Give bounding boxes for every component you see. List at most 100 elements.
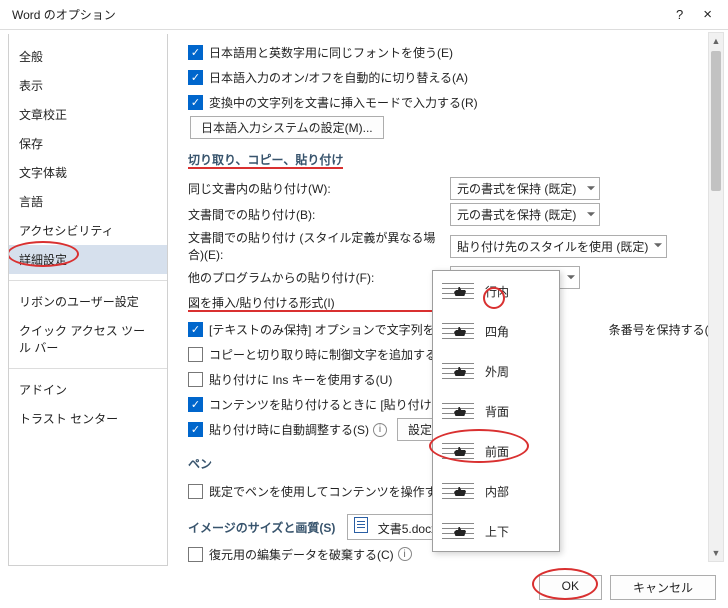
titlebar: Word のオプション ? ×: [0, 0, 728, 30]
info-icon[interactable]: i: [373, 423, 387, 437]
sidebar-label: 文字体裁: [19, 166, 67, 180]
sidebar-item-trust[interactable]: トラスト センター: [9, 404, 167, 433]
section-cutcopypaste: 切り取り、コピー、貼り付け: [188, 153, 720, 169]
control-chars-label: コピーと切り取り時に制御文字を追加する(C): [209, 346, 454, 363]
wrap-option-label: 背面: [485, 403, 509, 420]
sidebar-separator: [9, 368, 167, 369]
wrap-option-label: 四角: [485, 323, 509, 340]
ime-settings-label: 日本語入力システムの設定(M)...: [201, 119, 373, 136]
sidebar-item-advanced[interactable]: 詳細設定: [9, 245, 167, 274]
wrap-option-behind[interactable]: 背面: [433, 391, 559, 431]
wrap-option-label: 外周: [485, 363, 509, 380]
sidebar-label: 文章校正: [19, 108, 67, 122]
sidebar-item-quickaccess[interactable]: クイック アクセス ツール バー: [9, 316, 167, 362]
ins-key-label: 貼り付けに Ins キーを使用する(U): [209, 371, 392, 388]
sidebar-item-addins[interactable]: アドイン: [9, 375, 167, 404]
sidebar-label: アクセシビリティ: [19, 224, 114, 238]
wrap-front-icon: [441, 440, 475, 462]
same-font-checkbox[interactable]: [188, 45, 203, 60]
sidebar-label: アドイン: [19, 383, 67, 397]
scrollbar-thumb[interactable]: [711, 51, 721, 191]
wrap-behind-icon: [441, 400, 475, 422]
same-doc-paste-select[interactable]: 元の書式を保持 (既定): [450, 177, 600, 200]
sidebar-label: 言語: [19, 195, 43, 209]
scroll-up-arrow-icon[interactable]: ▲: [709, 33, 723, 49]
wrap-option-tight[interactable]: 外周: [433, 351, 559, 391]
wrap-options-dropdown: 行内 四角 外周 背面 前面 内部 上下: [432, 270, 560, 552]
scroll-down-arrow-icon[interactable]: ▼: [709, 545, 723, 561]
cancel-label: キャンセル: [633, 581, 693, 595]
wrap-option-label: 内部: [485, 483, 509, 500]
wrap-option-topbottom[interactable]: 上下: [433, 511, 559, 551]
main-area: 全般 表示 文章校正 保存 文字体裁 言語 アクセシビリティ 詳細設定 リボンの…: [0, 30, 728, 570]
vertical-scrollbar[interactable]: ▲ ▼: [708, 32, 724, 562]
pen-default-checkbox[interactable]: [188, 484, 203, 499]
select-value: 元の書式を保持 (既定): [457, 208, 576, 222]
sidebar-item-save[interactable]: 保存: [9, 129, 167, 158]
control-chars-checkbox[interactable]: [188, 347, 203, 362]
wrap-through-icon: [441, 480, 475, 502]
sidebar-item-accessibility[interactable]: アクセシビリティ: [9, 216, 167, 245]
help-button[interactable]: ?: [676, 7, 683, 22]
document-icon: [354, 517, 368, 533]
sidebar-label: クイック アクセス ツール バー: [19, 324, 145, 355]
style-diff-paste-label: 文書間での貼り付け (スタイル定義が異なる場合)(E):: [188, 229, 438, 263]
sidebar-item-display[interactable]: 表示: [9, 71, 167, 100]
sidebar-separator: [9, 280, 167, 281]
wrap-tight-icon: [441, 360, 475, 382]
discard-edit-data-checkbox[interactable]: [188, 547, 203, 562]
wrap-square-icon: [441, 320, 475, 342]
same-doc-paste-label: 同じ文書内の貼り付け(W):: [188, 180, 438, 197]
ime-auto-label: 日本語入力のオン/オフを自動的に切り替える(A): [209, 69, 468, 86]
ok-button[interactable]: OK: [539, 575, 602, 600]
ime-settings-button[interactable]: 日本語入力システムの設定(M)...: [190, 116, 384, 139]
wrap-option-label: 前面: [485, 443, 509, 460]
dialog-footer: OK キャンセル: [539, 575, 716, 600]
ime-auto-checkbox[interactable]: [188, 70, 203, 85]
wrap-option-through[interactable]: 内部: [433, 471, 559, 511]
close-button[interactable]: ×: [697, 5, 718, 24]
sidebar-label: 全般: [19, 50, 43, 64]
sidebar-item-proofing[interactable]: 文章校正: [9, 100, 167, 129]
wrap-topbottom-icon: [441, 520, 475, 542]
section-image-size: イメージのサイズと画質(S): [188, 519, 335, 536]
info-icon[interactable]: i: [398, 547, 412, 561]
text-only-keep-checkbox[interactable]: [188, 322, 203, 337]
sidebar-label: 詳細設定: [19, 253, 67, 267]
sidebar-item-language[interactable]: 言語: [9, 187, 167, 216]
wrap-option-square[interactable]: 四角: [433, 311, 559, 351]
cancel-button[interactable]: キャンセル: [610, 575, 716, 600]
sidebar-item-ribbon[interactable]: リボンのユーザー設定: [9, 287, 167, 316]
select-value: 貼り付け先のスタイルを使用 (既定): [457, 240, 648, 254]
insert-mode-checkbox[interactable]: [188, 95, 203, 110]
ins-key-checkbox[interactable]: [188, 372, 203, 387]
paste-options-btn-checkbox[interactable]: [188, 397, 203, 412]
sidebar-item-typography[interactable]: 文字体裁: [9, 158, 167, 187]
wrap-option-front[interactable]: 前面: [433, 431, 559, 471]
sidebar-label: 表示: [19, 79, 43, 93]
sidebar-label: リボンのユーザー設定: [19, 295, 139, 309]
style-diff-paste-select[interactable]: 貼り付け先のスタイルを使用 (既定): [450, 235, 667, 258]
other-prog-paste-label: 他のプログラムからの貼り付け(F):: [188, 269, 438, 286]
between-doc-paste-select[interactable]: 元の書式を保持 (既定): [450, 203, 600, 226]
select-value: 元の書式を保持 (既定): [457, 182, 576, 196]
sidebar: 全般 表示 文章校正 保存 文字体裁 言語 アクセシビリティ 詳細設定 リボンの…: [8, 34, 168, 566]
wrap-inline-icon: [441, 280, 475, 302]
same-font-label: 日本語用と英数字用に同じフォントを使う(E): [209, 44, 453, 61]
window-title: Word のオプション: [12, 6, 116, 23]
sidebar-item-general[interactable]: 全般: [9, 42, 167, 71]
discard-edit-data-label: 復元用の編集データを破棄する(C): [209, 546, 394, 563]
section-cutcopypaste-label: 切り取り、コピー、貼り付け: [188, 153, 343, 169]
auto-adjust-label: 貼り付け時に自動調整する(S): [209, 421, 369, 438]
insert-mode-label: 変換中の文字列を文書に挿入モードで入力する(R): [209, 94, 478, 111]
sidebar-label: トラスト センター: [19, 412, 118, 426]
wrap-option-label: 行内: [485, 283, 509, 300]
image-insert-format-label: 図を挿入/貼り付ける形式(I): [188, 296, 436, 312]
wrap-option-inline[interactable]: 行内: [433, 271, 559, 311]
image-doc-name: 文書5.docx: [378, 522, 437, 536]
sidebar-label: 保存: [19, 137, 43, 151]
ok-label: OK: [562, 579, 579, 593]
auto-adjust-checkbox[interactable]: [188, 422, 203, 437]
between-doc-paste-label: 文書間での貼り付け(B):: [188, 206, 438, 223]
wrap-option-label: 上下: [485, 523, 509, 540]
